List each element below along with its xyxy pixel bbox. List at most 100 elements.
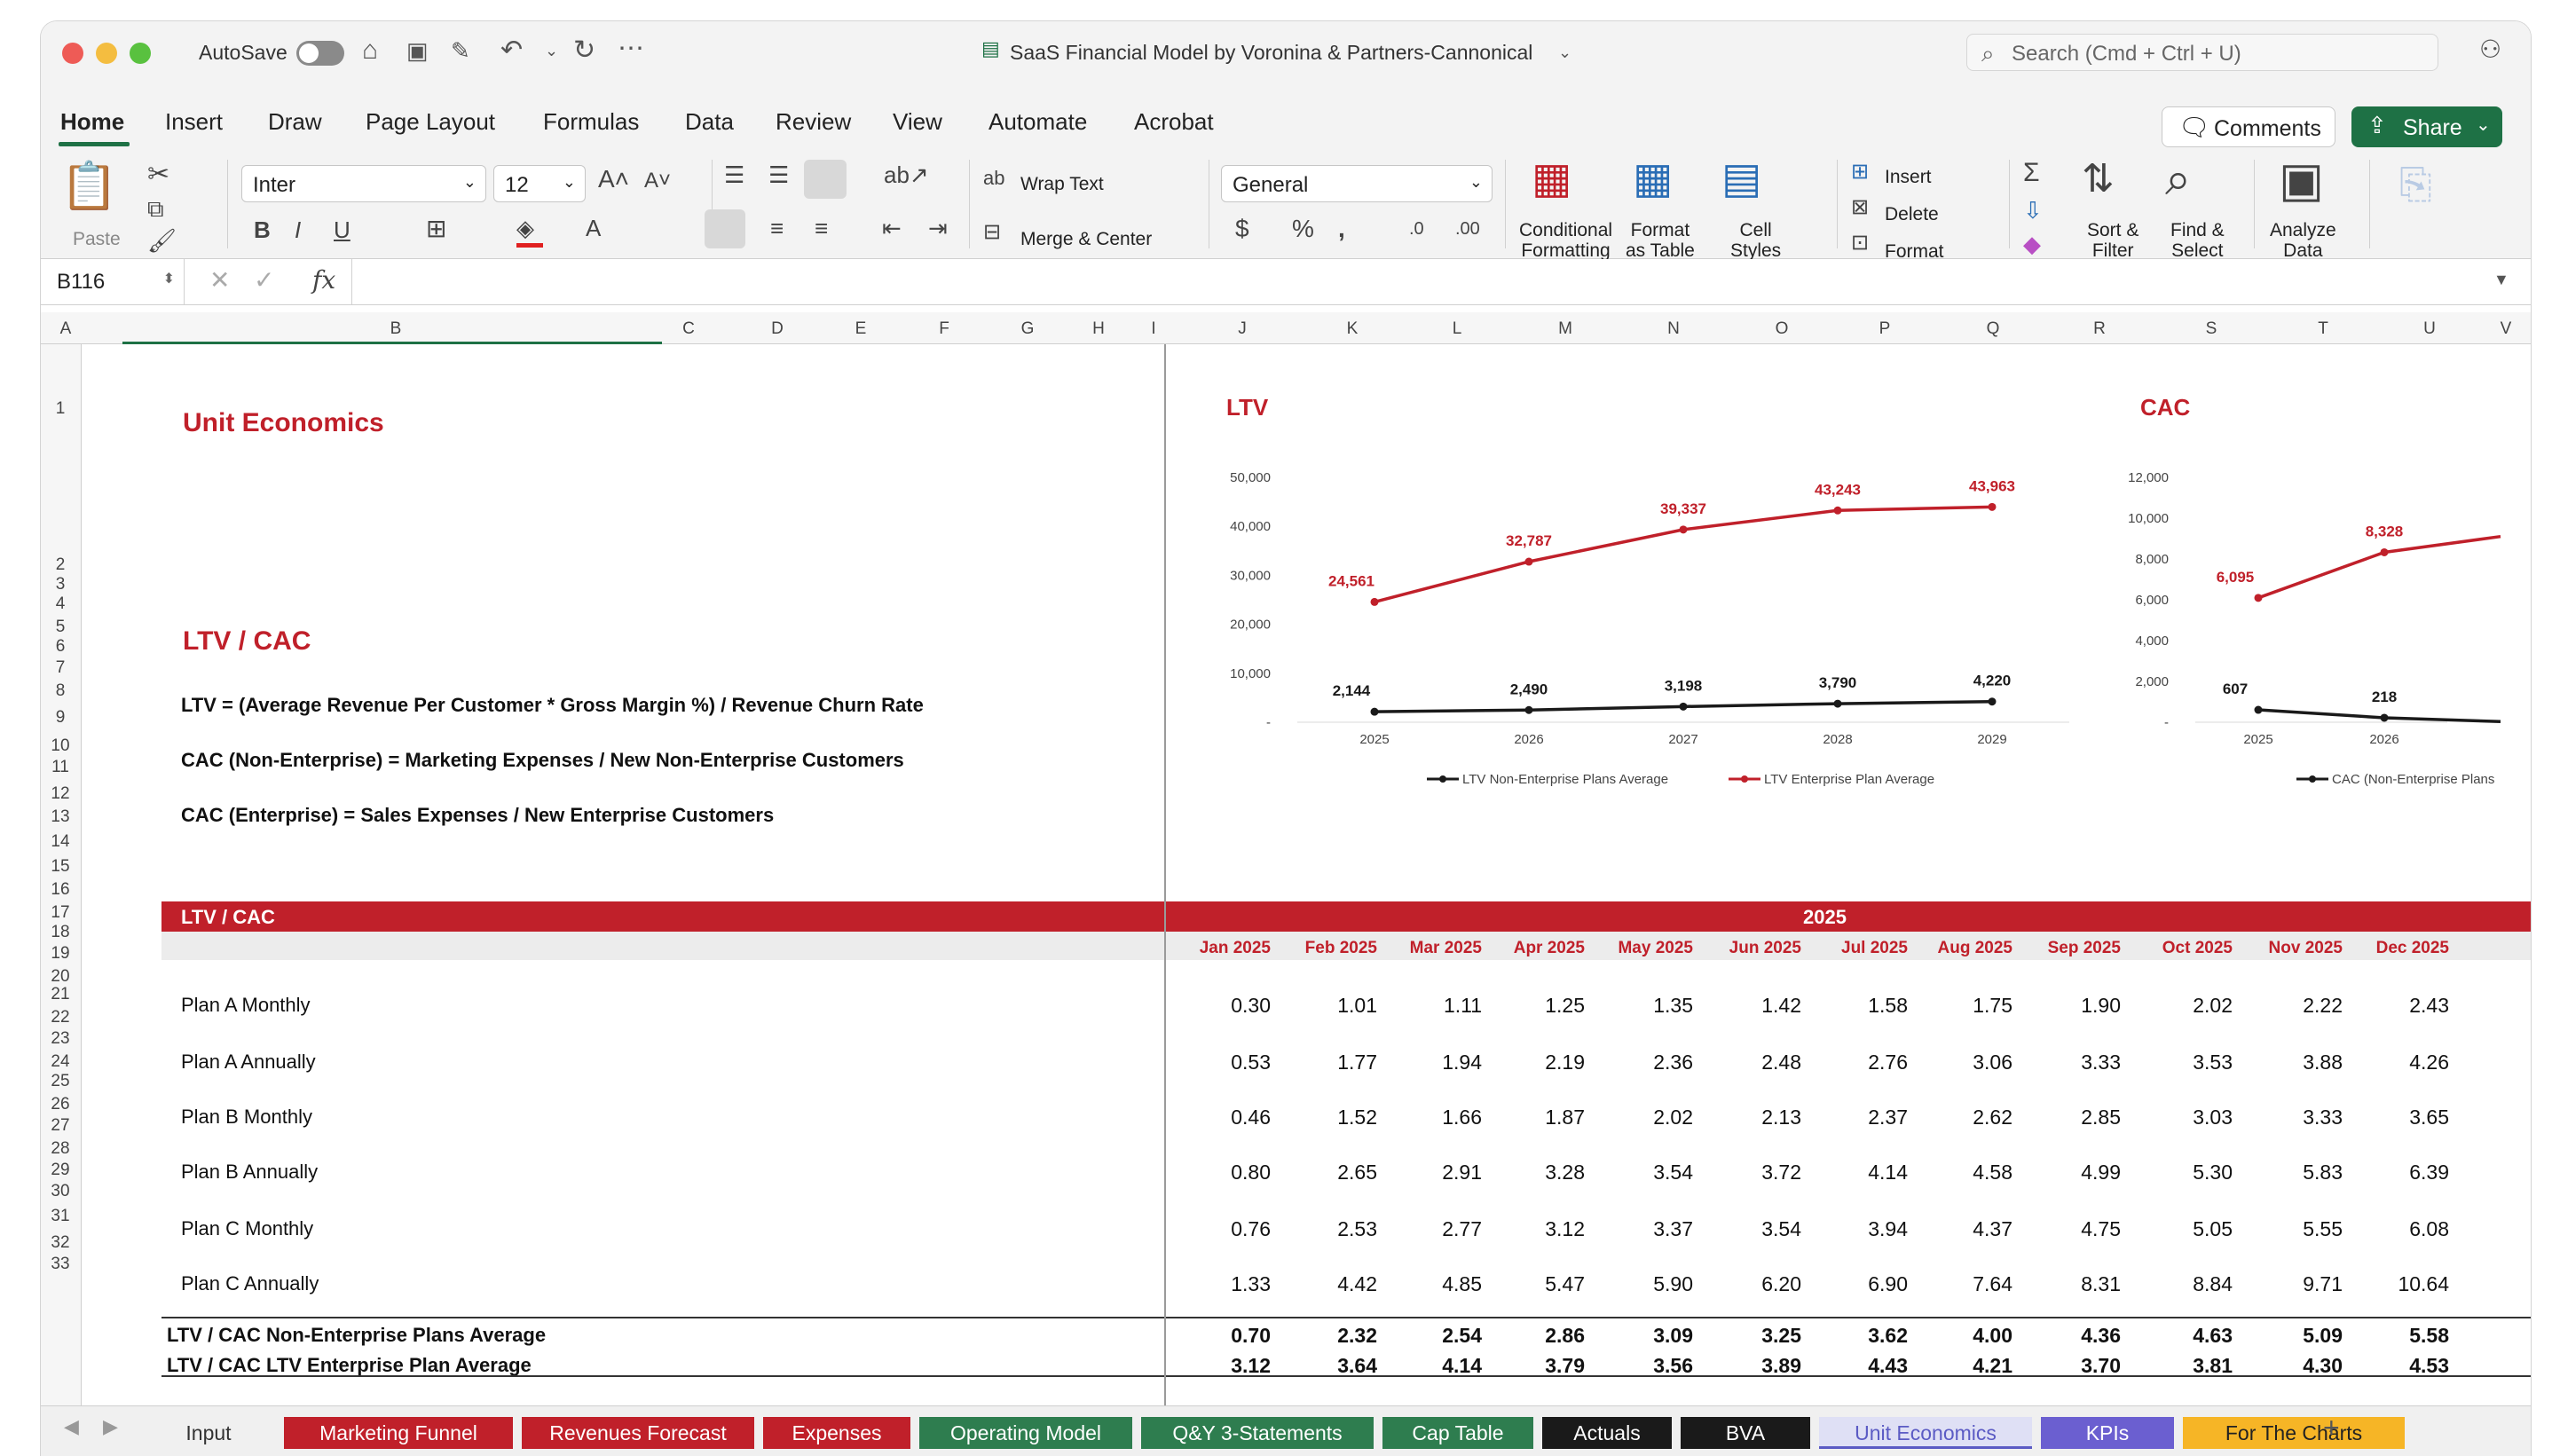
delete-cells-button[interactable]: Delete [1885,204,1939,224]
align-left-button[interactable] [705,209,745,248]
save-as-icon[interactable]: ✎ [451,39,470,62]
table-cell[interactable]: 2.76 [1828,1051,1908,1074]
conditional-formatting-label[interactable]: Conditional Formatting [1519,220,1612,261]
decrease-font-icon[interactable]: A˅ [644,170,671,192]
row-header[interactable]: 30 [41,1182,80,1201]
average-cell[interactable]: 4.21 [1933,1354,2012,1378]
ltv-formula-text[interactable]: LTV = (Average Revenue Per Customer * Gr… [181,694,924,717]
row-header[interactable]: 25 [41,1072,80,1091]
number-format-select[interactable]: General ⌄ [1221,165,1493,202]
redo-icon[interactable]: ↻ [573,37,595,64]
table-cell[interactable]: 1.25 [1505,994,1585,1018]
sheet-tab[interactable]: Input [142,1417,275,1449]
row-header[interactable]: 12 [41,784,80,804]
row-header[interactable]: 20 [41,967,80,987]
table-cell[interactable]: 4.99 [2041,1161,2121,1184]
find-select-icon[interactable]: ⌕ [2165,156,2191,202]
average-cell[interactable]: 4.14 [1402,1354,1482,1378]
table-cell[interactable]: 5.83 [2263,1161,2343,1184]
column-header[interactable]: C [680,319,697,339]
row-header[interactable]: 24 [41,1052,80,1072]
column-header[interactable]: M [1556,319,1574,339]
row-header[interactable]: 15 [41,857,80,877]
bold-icon[interactable]: B [254,218,271,241]
column-header[interactable]: K [1343,319,1361,339]
format-painter-icon[interactable]: 🖌 [147,229,177,252]
month-header[interactable]: Apr 2025 [1487,939,1585,958]
table-cell[interactable]: 2.85 [2041,1106,2121,1129]
format-cells-icon[interactable]: ⊡ [1851,232,1869,254]
table-cell[interactable]: 2.65 [1297,1161,1377,1184]
plan-row-label[interactable]: Plan B Annually [181,1161,318,1184]
table-cell[interactable]: 2.53 [1297,1217,1377,1241]
paste-icon[interactable]: 📋 [60,163,118,209]
tab-review[interactable]: Review [776,108,851,136]
column-header[interactable]: I [1145,319,1162,339]
row-header[interactable]: 26 [41,1095,80,1114]
table-cell[interactable]: 3.53 [2153,1051,2233,1074]
table-cell[interactable]: 2.36 [1613,1051,1693,1074]
column-header[interactable]: B [387,319,405,339]
month-header[interactable]: Mar 2025 [1384,939,1482,958]
row-header[interactable]: 27 [41,1116,80,1136]
table-cell[interactable]: 9.71 [2263,1272,2343,1296]
sheet-tab[interactable]: Expenses [763,1417,910,1449]
table-cell[interactable]: 1.35 [1613,994,1693,1018]
sheet-tab[interactable]: KPIs [2041,1417,2174,1449]
table-cell[interactable]: 1.77 [1297,1051,1377,1074]
cell-styles-label[interactable]: Cell Styles [1730,220,1781,261]
table-cell[interactable]: 0.30 [1191,994,1271,1018]
table-cell[interactable]: 3.72 [1721,1161,1801,1184]
average-cell[interactable]: 2.86 [1505,1324,1585,1348]
cac-non-enterprise-formula-text[interactable]: CAC (Non-Enterprise) = Marketing Expense… [181,749,904,772]
ltv-cac-title[interactable]: LTV / CAC [183,626,311,657]
sheet-tab[interactable]: Unit Economics [1819,1417,2032,1449]
tab-page-layout[interactable]: Page Layout [366,108,495,136]
table-cell[interactable]: 5.90 [1613,1272,1693,1296]
table-cell[interactable]: 3.65 [2369,1106,2449,1129]
merge-center-icon[interactable]: ⊟ [983,222,1001,243]
table-cell[interactable]: 3.37 [1613,1217,1693,1241]
column-header[interactable]: V [2497,319,2515,339]
align-bottom-button[interactable] [804,160,847,199]
conditional-formatting-icon[interactable]: ▦ [1532,158,1571,201]
table-cell[interactable]: 4.42 [1297,1272,1377,1296]
table-cell[interactable]: 6.08 [2369,1217,2449,1241]
average-cell[interactable]: 3.62 [1828,1324,1908,1348]
tab-automate[interactable]: Automate [989,108,1087,136]
orientation-icon[interactable]: ab↗ [884,163,929,186]
row-header[interactable]: 29 [41,1161,80,1180]
analyze-data-label[interactable]: Analyze Data [2270,220,2336,261]
sheet-tab[interactable]: BVA [1681,1417,1810,1449]
column-header[interactable]: J [1233,319,1251,339]
row-header[interactable]: 33 [41,1255,80,1274]
unit-economics-title[interactable]: Unit Economics [183,408,384,438]
borders-icon[interactable]: ⊞ [426,216,446,241]
column-header[interactable]: T [2314,319,2332,339]
delete-cells-icon[interactable]: ⊠ [1851,197,1869,218]
row-header[interactable]: 17 [41,903,80,923]
table-cell[interactable]: 2.77 [1402,1217,1482,1241]
column-header[interactable]: L [1448,319,1466,339]
wrap-text-button[interactable]: Wrap Text [1020,174,1104,194]
sheet-tab[interactable]: Marketing Funnel [284,1417,513,1449]
italic-icon[interactable]: I [295,218,301,241]
table-header-label[interactable]: LTV / CAC [181,906,275,929]
more-icon[interactable]: ⋯ [618,35,644,62]
table-cell[interactable]: 8.31 [2041,1272,2121,1296]
find-select-label[interactable]: Find & Select [2170,220,2225,261]
format-as-table-label[interactable]: Format as Table [1626,220,1695,261]
average-cell[interactable]: 4.53 [2369,1354,2449,1378]
increase-font-icon[interactable]: A˄ [598,167,629,192]
row-header[interactable]: 18 [41,923,80,942]
table-cell[interactable]: 2.22 [2263,994,2343,1018]
cell-styles-icon[interactable]: ▤ [1721,158,1761,201]
expand-formula-icon[interactable]: ▼ [2493,272,2509,287]
fill-icon[interactable]: ⇩ [2023,199,2043,222]
align-middle-icon[interactable]: ☰ [768,163,789,186]
format-as-table-icon[interactable]: ▦ [1633,158,1673,201]
sheet-tab[interactable]: Actuals [1542,1417,1672,1449]
table-cell[interactable]: 5.30 [2153,1161,2233,1184]
column-header[interactable]: D [768,319,786,339]
table-cell[interactable]: 1.42 [1721,994,1801,1018]
